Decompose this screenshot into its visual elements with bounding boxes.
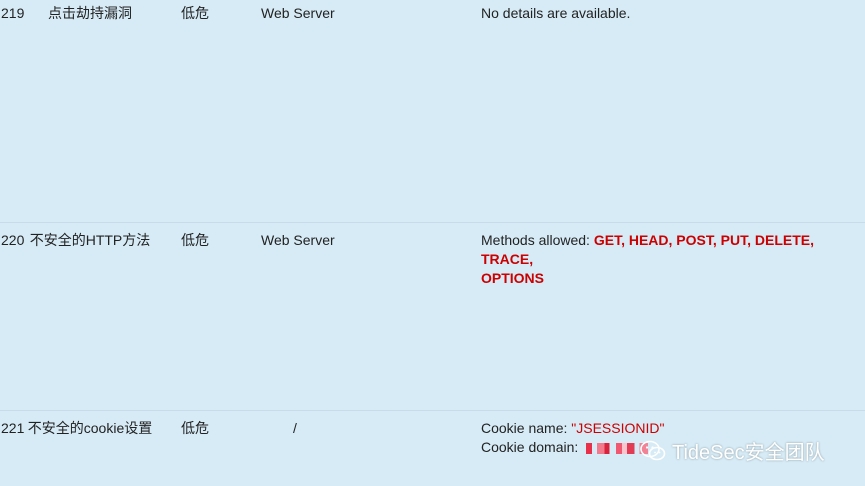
redacted-domain — [586, 442, 649, 454]
wechat-icon — [640, 440, 666, 462]
watermark-text: TideSec安全团队 — [672, 442, 825, 464]
vulnerability-name: 不安全的cookie设置 — [27, 420, 153, 436]
severity-label: 低危 — [181, 420, 209, 436]
severity-label: 低危 — [181, 5, 209, 21]
cookie-name-value: "JSESSIONID" — [571, 420, 665, 436]
table-row: 220 不安全的HTTP方法 低危 Web Server Methods all… — [0, 223, 865, 410]
affected-location: Web Server — [261, 232, 335, 248]
cookie-name-label: Cookie name: — [481, 420, 572, 436]
severity-label: 低危 — [181, 232, 209, 248]
detail-prefix: Methods allowed: — [481, 232, 594, 248]
detail-text: No details are available. — [481, 5, 631, 21]
cookie-domain-label: Cookie domain: — [481, 439, 583, 455]
table-row: 219 点击劫持漏洞 低危 Web Server No details are … — [0, 0, 865, 222]
detail-text: Methods allowed: GET, HEAD, POST, PUT, D… — [481, 231, 861, 288]
affected-location: Web Server — [261, 5, 335, 21]
watermark: TideSec安全团队 — [640, 436, 825, 465]
affected-location: / — [293, 420, 297, 436]
vulnerability-name: 点击劫持漏洞 — [48, 5, 132, 21]
allowed-methods-continued: OPTIONS — [481, 270, 545, 286]
vulnerability-name: 不安全的HTTP方法 — [29, 232, 151, 248]
